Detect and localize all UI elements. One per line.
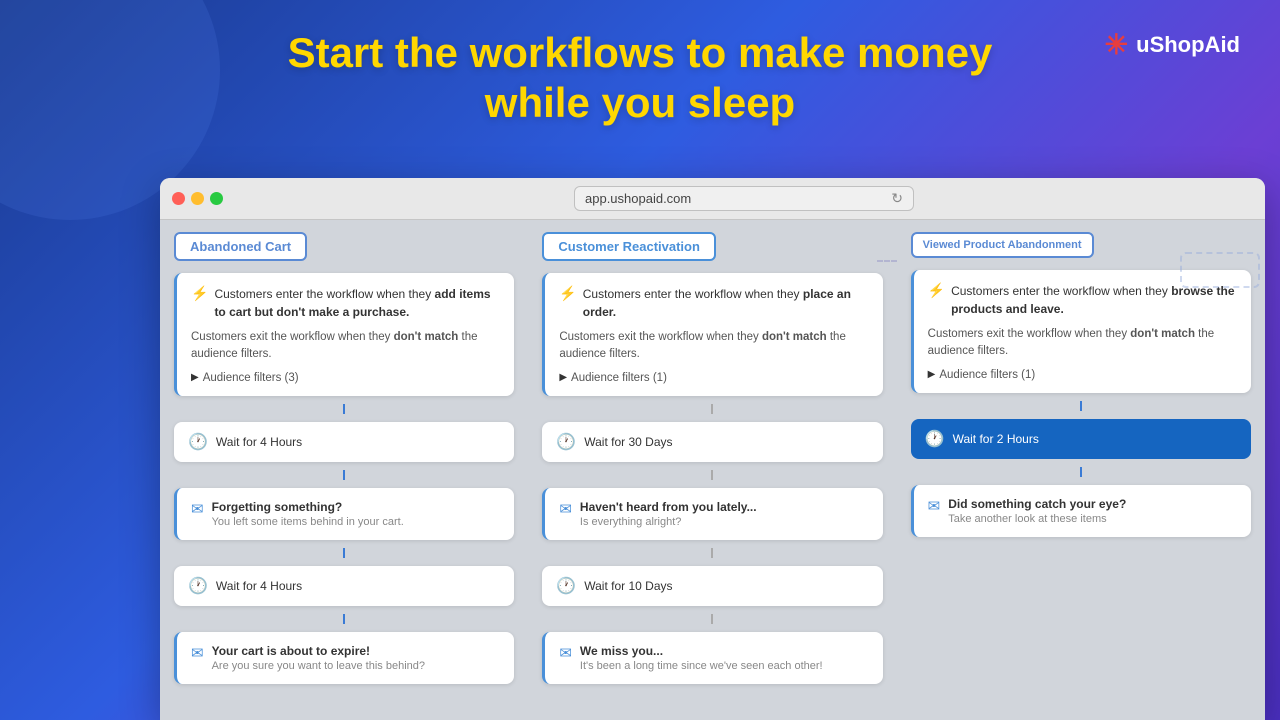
abandoned-cart-trigger[interactable]: ⚡ Customers enter the workflow when they…: [174, 273, 514, 396]
customer-reactivation-column: Customer Reactivation ⚡ Customers enter …: [528, 220, 896, 720]
viewed-trigger[interactable]: ⚡ Customers enter the workflow when they…: [911, 270, 1251, 393]
viewed-product-tab[interactable]: Viewed Product Abandonment: [911, 232, 1094, 258]
browser-chrome: app.ushopaid.com ↻: [160, 178, 1265, 220]
connector-10: [1080, 467, 1082, 477]
connector-8: [711, 614, 713, 624]
minimize-button[interactable]: [191, 192, 204, 205]
viewed-exit-text: Customers exit the workflow when they do…: [928, 326, 1237, 361]
dashed-hint: [877, 260, 897, 262]
reactivation-entry-text: Customers enter the workflow when they p…: [583, 285, 869, 321]
email-havent-heard[interactable]: ✉ Haven't heard from you lately... Is ev…: [542, 488, 882, 540]
email-forgetting[interactable]: ✉ Forgetting something? You left some it…: [174, 488, 514, 540]
reactivation-trigger[interactable]: ⚡ Customers enter the workflow when they…: [542, 273, 882, 396]
email-miss-you[interactable]: ✉ We miss you... It's been a long time s…: [542, 632, 882, 684]
audience-filter-label: Audience filters (3): [203, 372, 299, 384]
trigger-exit-text: Customers exit the workflow when they do…: [191, 329, 500, 364]
wait-10-days[interactable]: 🕐 Wait for 10 Days: [542, 566, 882, 606]
connector-2: [343, 470, 345, 480]
viewed-product-column: Viewed Product Abandonment ⚡ Customers e…: [897, 220, 1265, 720]
mail-icon-3: ✉: [559, 500, 572, 518]
email-title-5: Did something catch your eye?: [948, 497, 1126, 511]
email-cart-expire[interactable]: ✉ Your cart is about to expire! Are you …: [174, 632, 514, 684]
wait-label-2: Wait for 4 Hours: [216, 579, 302, 593]
mail-icon-1: ✉: [191, 500, 204, 518]
maximize-button[interactable]: [210, 192, 223, 205]
email-title-1: Forgetting something?: [212, 500, 404, 514]
dashed-box-right: [1180, 252, 1260, 288]
email-preview-4: It's been a long time since we've seen e…: [580, 660, 823, 672]
lightning-icon-2: ⚡: [559, 285, 576, 302]
clock-icon: 🕐: [188, 432, 208, 452]
connector-3: [343, 548, 345, 558]
connector-4: [343, 614, 345, 624]
email-preview-2: Are you sure you want to leave this behi…: [212, 660, 425, 672]
wait-4-hours-1[interactable]: 🕐 Wait for 4 Hours: [174, 422, 514, 462]
connector-9: [1080, 401, 1082, 411]
close-button[interactable]: [172, 192, 185, 205]
refresh-icon[interactable]: ↻: [891, 190, 903, 207]
lightning-icon: ⚡: [191, 285, 208, 302]
email-preview-5: Take another look at these items: [948, 513, 1126, 525]
reactivation-exit-text: Customers exit the workflow when they do…: [559, 329, 868, 364]
wait-4-hours-2[interactable]: 🕐 Wait for 4 Hours: [174, 566, 514, 606]
clock-icon-5: 🕐: [925, 429, 945, 449]
trigger-entry-text: Customers enter the workflow when they a…: [214, 285, 500, 321]
url-text: app.ushopaid.com: [585, 191, 691, 206]
connector-7: [711, 548, 713, 558]
email-title-3: Haven't heard from you lately...: [580, 500, 757, 514]
email-preview-3: Is everything alright?: [580, 516, 757, 528]
audience-filter-2[interactable]: ▶ Audience filters (1): [559, 372, 868, 384]
clock-icon-3: 🕐: [556, 432, 576, 452]
audience-filter-3[interactable]: ▶ Audience filters (1): [928, 369, 1237, 381]
audience-filter-label-3: Audience filters (1): [939, 369, 1035, 381]
mail-icon-2: ✉: [191, 644, 204, 662]
wait-30-days[interactable]: 🕐 Wait for 30 Days: [542, 422, 882, 462]
abandoned-cart-tab[interactable]: Abandoned Cart: [174, 232, 307, 261]
audience-filter[interactable]: ▶ Audience filters (3): [191, 372, 500, 384]
page-title: Start the workflows to make money while …: [0, 28, 1280, 129]
browser-window: app.ushopaid.com ↻ Abandoned Cart ⚡ Cust…: [160, 178, 1265, 720]
email-title-2: Your cart is about to expire!: [212, 644, 425, 658]
mail-icon-5: ✉: [928, 497, 941, 515]
connector-1: [343, 404, 345, 414]
audience-filter-label-2: Audience filters (1): [571, 372, 667, 384]
connector-5: [711, 404, 713, 414]
page-header: Start the workflows to make money while …: [0, 0, 1280, 129]
mail-icon-4: ✉: [559, 644, 572, 662]
email-title-4: We miss you...: [580, 644, 823, 658]
email-catch-eye[interactable]: ✉ Did something catch your eye? Take ano…: [911, 485, 1251, 537]
customer-reactivation-tab[interactable]: Customer Reactivation: [542, 232, 716, 261]
wait-2-hours[interactable]: 🕐 Wait for 2 Hours: [911, 419, 1251, 459]
clock-icon-2: 🕐: [188, 576, 208, 596]
wait-label-3: Wait for 30 Days: [584, 435, 672, 449]
workflow-canvas: Abandoned Cart ⚡ Customers enter the wor…: [160, 220, 1265, 720]
wait-label-1: Wait for 4 Hours: [216, 435, 302, 449]
address-bar[interactable]: app.ushopaid.com ↻: [574, 186, 914, 211]
traffic-lights: [172, 192, 223, 205]
clock-icon-4: 🕐: [556, 576, 576, 596]
abandoned-cart-column: Abandoned Cart ⚡ Customers enter the wor…: [160, 220, 528, 720]
wait-label-4: Wait for 10 Days: [584, 579, 672, 593]
wait-label-5: Wait for 2 Hours: [953, 432, 1039, 446]
connector-6: [711, 470, 713, 480]
lightning-icon-3: ⚡: [928, 282, 945, 299]
email-preview-1: You left some items behind in your cart.: [212, 516, 404, 528]
